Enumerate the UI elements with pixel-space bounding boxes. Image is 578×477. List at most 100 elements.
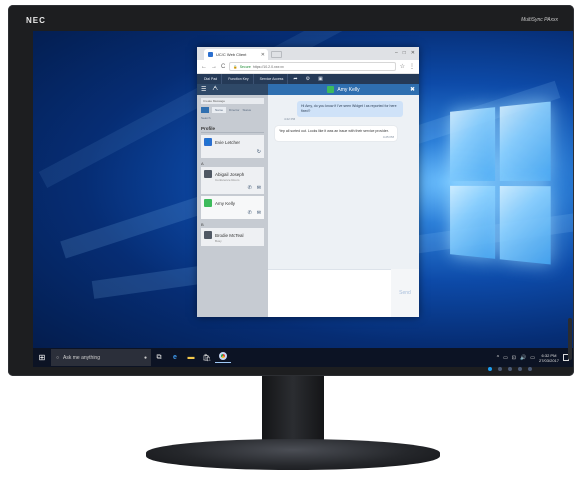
filter-name[interactable]: Name xyxy=(212,107,227,113)
edge-icon[interactable]: e xyxy=(167,354,183,361)
filter-search-label[interactable]: Search xyxy=(201,116,211,120)
contact-name: Amy Kelly xyxy=(215,200,236,206)
back-button[interactable]: ← xyxy=(201,64,207,70)
taskbar: ⊞ ○ Ask me anything ● ⧉ e ▬ 🛍 ^ ▭ ⊡ 🔊 ▭ xyxy=(33,348,573,367)
avatar xyxy=(204,199,212,207)
start-button[interactable]: ⊞ xyxy=(33,353,51,362)
clock-date: 27/03/2017 xyxy=(538,357,559,363)
mic-icon[interactable]: ● xyxy=(144,355,147,361)
contact-card-selected[interactable]: Amy Kelly ✆ ✉ xyxy=(201,196,264,219)
close-window-button[interactable]: ✕ xyxy=(411,50,415,56)
filter-status[interactable]: Status xyxy=(243,108,252,112)
send-button[interactable]: Send xyxy=(391,269,419,317)
group-letter: B xyxy=(201,222,204,227)
store-icon[interactable]: 🛍 xyxy=(199,354,215,362)
filter-search: Search xyxy=(201,116,264,120)
desktop-screen: UC/C Web Client ✕ – □ ✕ ← → C 🔒 Secure h… xyxy=(33,31,573,367)
filter-row: Name Director Status xyxy=(201,107,264,113)
contact-card[interactable]: Brodie McTeal Busy xyxy=(201,228,264,246)
cortana-search[interactable]: ○ Ask me anything ● xyxy=(51,349,151,366)
browser-toolbar: ← → C 🔒 Secure https://10.2.0.xxx:xx ☆ ⋮ xyxy=(197,60,419,74)
status-refresh-icon[interactable]: ↻ xyxy=(257,149,261,155)
keyboard-icon[interactable]: ▭ xyxy=(530,355,535,361)
service-access-button[interactable]: Service Access xyxy=(256,74,289,84)
user-icon: 👤 xyxy=(204,138,212,146)
reload-button[interactable]: C xyxy=(221,64,225,70)
contacts-header: ☰ ᗅ xyxy=(197,84,268,95)
message-time: 4:22 PM xyxy=(284,117,296,121)
tray-chevron-icon[interactable]: ^ xyxy=(497,355,499,361)
contact-status: Busy xyxy=(215,239,222,243)
settings-icon[interactable]: ⚙ xyxy=(303,76,313,82)
clock-time: 6:32 PM xyxy=(541,352,557,358)
message-icon[interactable]: ✉ xyxy=(257,210,261,216)
windows-logo xyxy=(450,101,551,265)
profile-card[interactable]: 👤 Evie Letcher ↻ xyxy=(201,135,264,158)
app-body: ☰ ᗅ Create Message Name Director Status … xyxy=(197,84,419,317)
create-message-input[interactable]: Create Message xyxy=(201,98,264,104)
contact-card[interactable]: Abigail Joseph Conference Room ✆ ✉ xyxy=(201,167,264,194)
contacts-panel: ☰ ᗅ Create Message Name Director Status … xyxy=(197,84,268,317)
browser-menu-icon[interactable]: ⋮ xyxy=(409,63,415,70)
profile-name: Evie Letcher xyxy=(215,139,241,145)
browser-tab[interactable]: UC/C Web Client ✕ xyxy=(204,49,268,60)
network-icon[interactable]: ⊡ xyxy=(512,355,516,361)
tab-title: UC/C Web Client xyxy=(216,52,247,57)
address-bar[interactable]: 🔒 Secure https://10.2.0.xxx:xx xyxy=(229,62,396,71)
clock[interactable]: 6:32 PM 27/03/2017 xyxy=(539,353,559,363)
call-icon[interactable]: ✆ xyxy=(248,210,252,216)
scene: NEC MultiSync PAxxx UC/C Web Client ✕ – … xyxy=(0,0,578,477)
transfer-icon[interactable]: ➦ xyxy=(290,76,300,82)
monitor-stand-base xyxy=(146,439,440,470)
file-explorer-icon[interactable]: ▬ xyxy=(183,354,199,361)
close-tab-icon[interactable]: ✕ xyxy=(261,52,265,58)
menu-icon[interactable]: ☰ xyxy=(201,86,206,93)
message-time: 4:25 PM xyxy=(382,135,394,139)
close-chat-icon[interactable]: ✖ xyxy=(410,86,415,93)
compose-area[interactable]: Send xyxy=(268,269,419,317)
cortana-search-text: Ask me anything xyxy=(63,354,100,361)
tab-strip: UC/C Web Client ✕ – □ ✕ xyxy=(197,47,419,60)
contact-name: Abigail Joseph xyxy=(215,171,245,177)
forward-button[interactable]: → xyxy=(211,64,217,70)
task-view-icon[interactable]: ⧉ xyxy=(151,354,167,362)
message-incoming: Yep all sorted out. Looks like it was an… xyxy=(275,126,397,141)
chat-panel: Amy Kelly ✖ Hi Amy, do you know if I've … xyxy=(268,84,419,317)
chat-header: Amy Kelly ✖ xyxy=(268,84,419,95)
avatar xyxy=(204,170,212,178)
url-text: https://10.2.0.xxx:xx xyxy=(252,64,284,69)
monitor-brand: NEC xyxy=(26,16,46,25)
window-controls: – □ ✕ xyxy=(395,50,415,56)
system-tray: ^ ▭ ⊡ 🔊 ▭ 6:32 PM 27/03/2017 xyxy=(497,353,573,363)
app-toolbar: Dial Pad Function Key Service Access ➦ ⚙… xyxy=(197,74,419,84)
minimize-button[interactable]: – xyxy=(395,50,398,56)
monitor-controls xyxy=(488,367,560,372)
favicon-icon xyxy=(208,52,213,57)
battery-icon[interactable]: ▭ xyxy=(503,355,508,361)
function-key-button[interactable]: Function Key xyxy=(224,74,254,84)
chat-contact-name: Amy Kelly xyxy=(337,86,360,93)
bookmark-star-icon[interactable]: ☆ xyxy=(400,63,405,70)
monitor-stand-neck xyxy=(262,376,324,446)
volume-icon[interactable]: 🔊 xyxy=(520,355,526,361)
maximize-button[interactable]: □ xyxy=(403,50,406,56)
group-letter: A xyxy=(201,161,204,166)
chrome-icon[interactable] xyxy=(215,352,231,363)
filter-director[interactable]: Director xyxy=(229,108,240,112)
screen-icon[interactable]: ▣ xyxy=(315,76,326,82)
message-outgoing: Hi Amy, do you know if I've seen Widget … xyxy=(297,101,403,117)
browser-window: UC/C Web Client ✕ – □ ✕ ← → C 🔒 Secure h… xyxy=(197,47,419,317)
message-text: Yep all sorted out. Looks like it was an… xyxy=(279,129,389,133)
call-icon[interactable]: ✆ xyxy=(248,185,252,191)
dial-pad-button[interactable]: Dial Pad xyxy=(200,74,223,84)
contact-name: Brodie McTeal xyxy=(215,232,244,238)
grid-view-icon[interactable] xyxy=(201,107,209,113)
message-icon[interactable]: ✉ xyxy=(257,185,261,191)
person-icon: ᗅ xyxy=(212,86,219,92)
monitor-model: MultiSync PAxxx xyxy=(521,17,558,23)
monitor-bezel: NEC MultiSync PAxxx UC/C Web Client ✕ – … xyxy=(8,5,574,376)
new-tab-button[interactable] xyxy=(271,51,282,58)
contact-status: Conference Room xyxy=(215,178,240,182)
search-ring-icon: ○ xyxy=(56,354,60,361)
secure-label: Secure xyxy=(239,64,251,69)
